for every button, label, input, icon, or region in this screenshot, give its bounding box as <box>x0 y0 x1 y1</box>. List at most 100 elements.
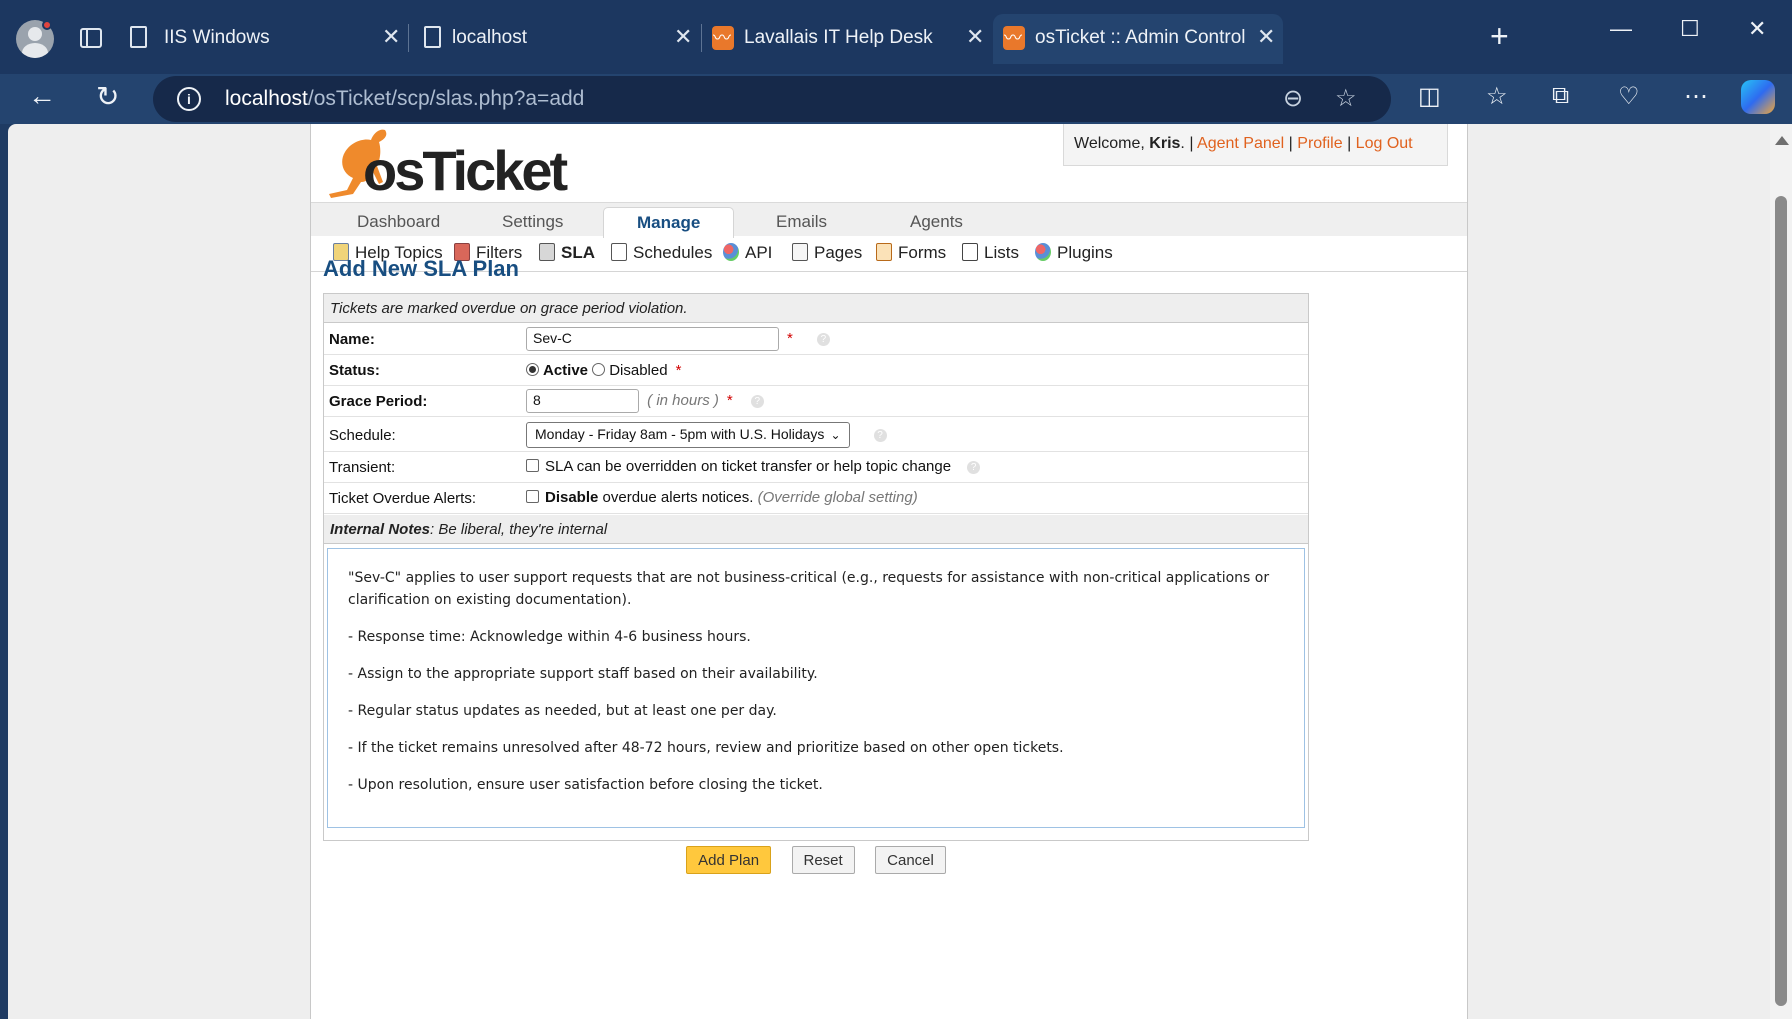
log-out-link[interactable]: Log Out <box>1356 135 1413 152</box>
browser-tab-iis[interactable]: IIS Windows ✕ <box>116 14 406 64</box>
overdue-alerts-label: Ticket Overdue Alerts: <box>329 490 476 507</box>
tab-manage[interactable]: Manage <box>603 207 735 238</box>
browser-tab-admin[interactable]: osTicket :: Admin Control Pane ✕ <box>993 14 1283 64</box>
schedules-icon <box>611 243 627 261</box>
back-icon[interactable]: ← <box>28 80 56 112</box>
schedule-row: Schedule: Monday - Friday 8am - 5pm with… <box>324 418 1308 452</box>
split-screen-icon[interactable]: ◫ <box>1418 82 1441 111</box>
favorite-star-icon[interactable]: ☆ <box>1335 84 1357 113</box>
grace-unit-text: ( in hours ) <box>647 391 719 409</box>
refresh-icon[interactable]: ↻ <box>96 80 119 113</box>
subnav-plugins[interactable]: Plugins <box>1035 243 1113 263</box>
add-plan-button[interactable]: Add Plan <box>686 846 772 874</box>
maximize-icon[interactable]: ☐ <box>1680 16 1700 42</box>
osticket-logo[interactable]: osTicket <box>323 124 568 202</box>
tab-agents[interactable]: Agents <box>910 212 963 232</box>
schedule-select[interactable]: Monday - Friday 8am - 5pm with U.S. Holi… <box>526 422 850 448</box>
name-row: Name: Sev-C *? <box>324 324 1308 355</box>
subnav-forms[interactable]: Forms <box>876 243 946 263</box>
new-tab-icon[interactable]: + <box>1490 18 1509 55</box>
lists-icon <box>962 243 978 261</box>
close-tab-icon[interactable]: ✕ <box>1257 24 1275 50</box>
plugins-icon <box>1035 243 1051 261</box>
browser-tab-localhost[interactable]: localhost ✕ <box>410 14 700 64</box>
cancel-button[interactable]: Cancel <box>875 846 946 874</box>
tab-settings[interactable]: Settings <box>502 212 563 232</box>
forms-icon <box>876 243 892 261</box>
scroll-thumb[interactable] <box>1775 196 1787 1006</box>
browser-toolbar: ← ↻ i localhost/osTicket/scp/slas.php?a=… <box>0 74 1792 124</box>
subnav-lists[interactable]: Lists <box>962 243 1019 263</box>
tab-title: osTicket :: Admin Control Pane <box>1035 27 1247 48</box>
minimize-icon[interactable]: — <box>1610 16 1632 42</box>
schedule-label: Schedule: <box>329 427 396 444</box>
copilot-icon[interactable] <box>1741 80 1775 114</box>
page-scrollbar[interactable] <box>1770 124 1792 1019</box>
name-label: Name: <box>329 331 375 348</box>
tab-emails[interactable]: Emails <box>776 212 827 232</box>
help-tip-icon[interactable]: ? <box>750 394 764 408</box>
api-icon <box>723 243 739 261</box>
disable-alerts-checkbox[interactable] <box>526 490 539 503</box>
favorites-icon[interactable]: ☆ <box>1486 82 1508 111</box>
notes-paragraph: - Upon resolution, ensure user satisfact… <box>348 777 823 793</box>
internal-notes-subheading: : Be liberal, they're internal <box>430 521 608 538</box>
grace-period-row: Grace Period: 8 ( in hours ) *? <box>324 386 1308 417</box>
welcome-text: Welcome, <box>1074 135 1145 152</box>
internal-notes-heading: Internal Notes <box>330 521 431 538</box>
osticket-kangaroo-icon <box>1003 24 1025 50</box>
user-name: Kris <box>1149 135 1181 152</box>
notes-paragraph: - Assign to the appropriate support staf… <box>348 666 818 682</box>
notification-dot-icon <box>42 20 52 30</box>
notes-paragraph: - Response time: Acknowledge within 4-6 … <box>348 629 751 645</box>
close-tab-icon[interactable]: ✕ <box>382 24 400 50</box>
browser-tab-helpdesk[interactable]: Lavallais IT Help Desk ✕ <box>702 14 992 64</box>
subnav-api[interactable]: API <box>723 243 772 263</box>
page-title: Add New SLA Plan <box>323 256 519 281</box>
status-disabled-radio[interactable] <box>592 363 606 376</box>
status-disabled-label: Disabled <box>609 362 668 379</box>
page-viewport: osTicket Welcome, Kris. | Agent Panel | … <box>8 124 1792 1019</box>
zoom-icon[interactable]: ⊖ <box>1283 84 1303 113</box>
agent-panel-link[interactable]: Agent Panel <box>1197 135 1284 152</box>
scroll-up-icon[interactable] <box>1775 136 1789 145</box>
transient-checkbox[interactable] <box>526 459 539 472</box>
tab-title: Lavallais IT Help Desk <box>744 27 933 48</box>
notes-paragraph: - If the ticket remains unresolved after… <box>348 740 1064 756</box>
help-tip-icon[interactable]: ? <box>816 332 830 346</box>
subnav-schedules[interactable]: Schedules <box>611 243 712 263</box>
name-input[interactable]: Sev-C <box>526 327 779 351</box>
tab-actions-icon[interactable] <box>80 28 102 48</box>
chevron-down-icon: ⌄ <box>830 428 841 442</box>
tab-dashboard[interactable]: Dashboard <box>357 212 440 232</box>
form-info-bar: Tickets are marked overdue on grace peri… <box>324 294 1308 323</box>
help-tip-icon[interactable]: ? <box>967 460 981 474</box>
close-tab-icon[interactable]: ✕ <box>674 24 692 50</box>
internal-notes-editor[interactable]: "Sev-C" applies to user support requests… <box>327 548 1305 828</box>
address-bar[interactable]: i localhost/osTicket/scp/slas.php?a=add … <box>153 76 1391 122</box>
close-tab-icon[interactable]: ✕ <box>966 24 984 50</box>
status-active-radio[interactable] <box>526 363 539 376</box>
profile-link[interactable]: Profile <box>1297 135 1342 152</box>
help-tip-icon[interactable]: ? <box>873 428 887 442</box>
subnav-pages[interactable]: Pages <box>792 243 862 263</box>
close-window-icon[interactable]: ✕ <box>1748 16 1766 42</box>
site-info-icon[interactable]: i <box>177 87 201 111</box>
status-label: Status: <box>329 362 380 379</box>
browser-essentials-icon[interactable]: ♡ <box>1618 82 1640 111</box>
transient-row: Transient: SLA can be overridden on tick… <box>324 452 1308 483</box>
sla-icon <box>539 243 555 261</box>
overdue-alerts-row: Ticket Overdue Alerts: Disable overdue a… <box>324 483 1308 514</box>
reset-button[interactable]: Reset <box>791 846 855 874</box>
pages-icon <box>792 243 808 261</box>
grace-period-input[interactable]: 8 <box>526 389 639 413</box>
subnav-sla[interactable]: SLA <box>539 243 595 263</box>
welcome-box: Welcome, Kris. | Agent Panel | Profile |… <box>1063 124 1448 166</box>
collections-icon[interactable]: ⧉ <box>1552 82 1569 110</box>
osticket-container: osTicket Welcome, Kris. | Agent Panel | … <box>310 124 1468 1019</box>
more-menu-icon[interactable]: ⋯ <box>1684 82 1708 111</box>
form-info-text: Tickets are marked overdue on grace peri… <box>330 300 688 317</box>
form-actions: Add Plan Reset Cancel <box>311 846 1321 874</box>
logo-text: osTicket <box>363 139 568 202</box>
url-text[interactable]: localhost/osTicket/scp/slas.php?a=add <box>225 87 584 111</box>
